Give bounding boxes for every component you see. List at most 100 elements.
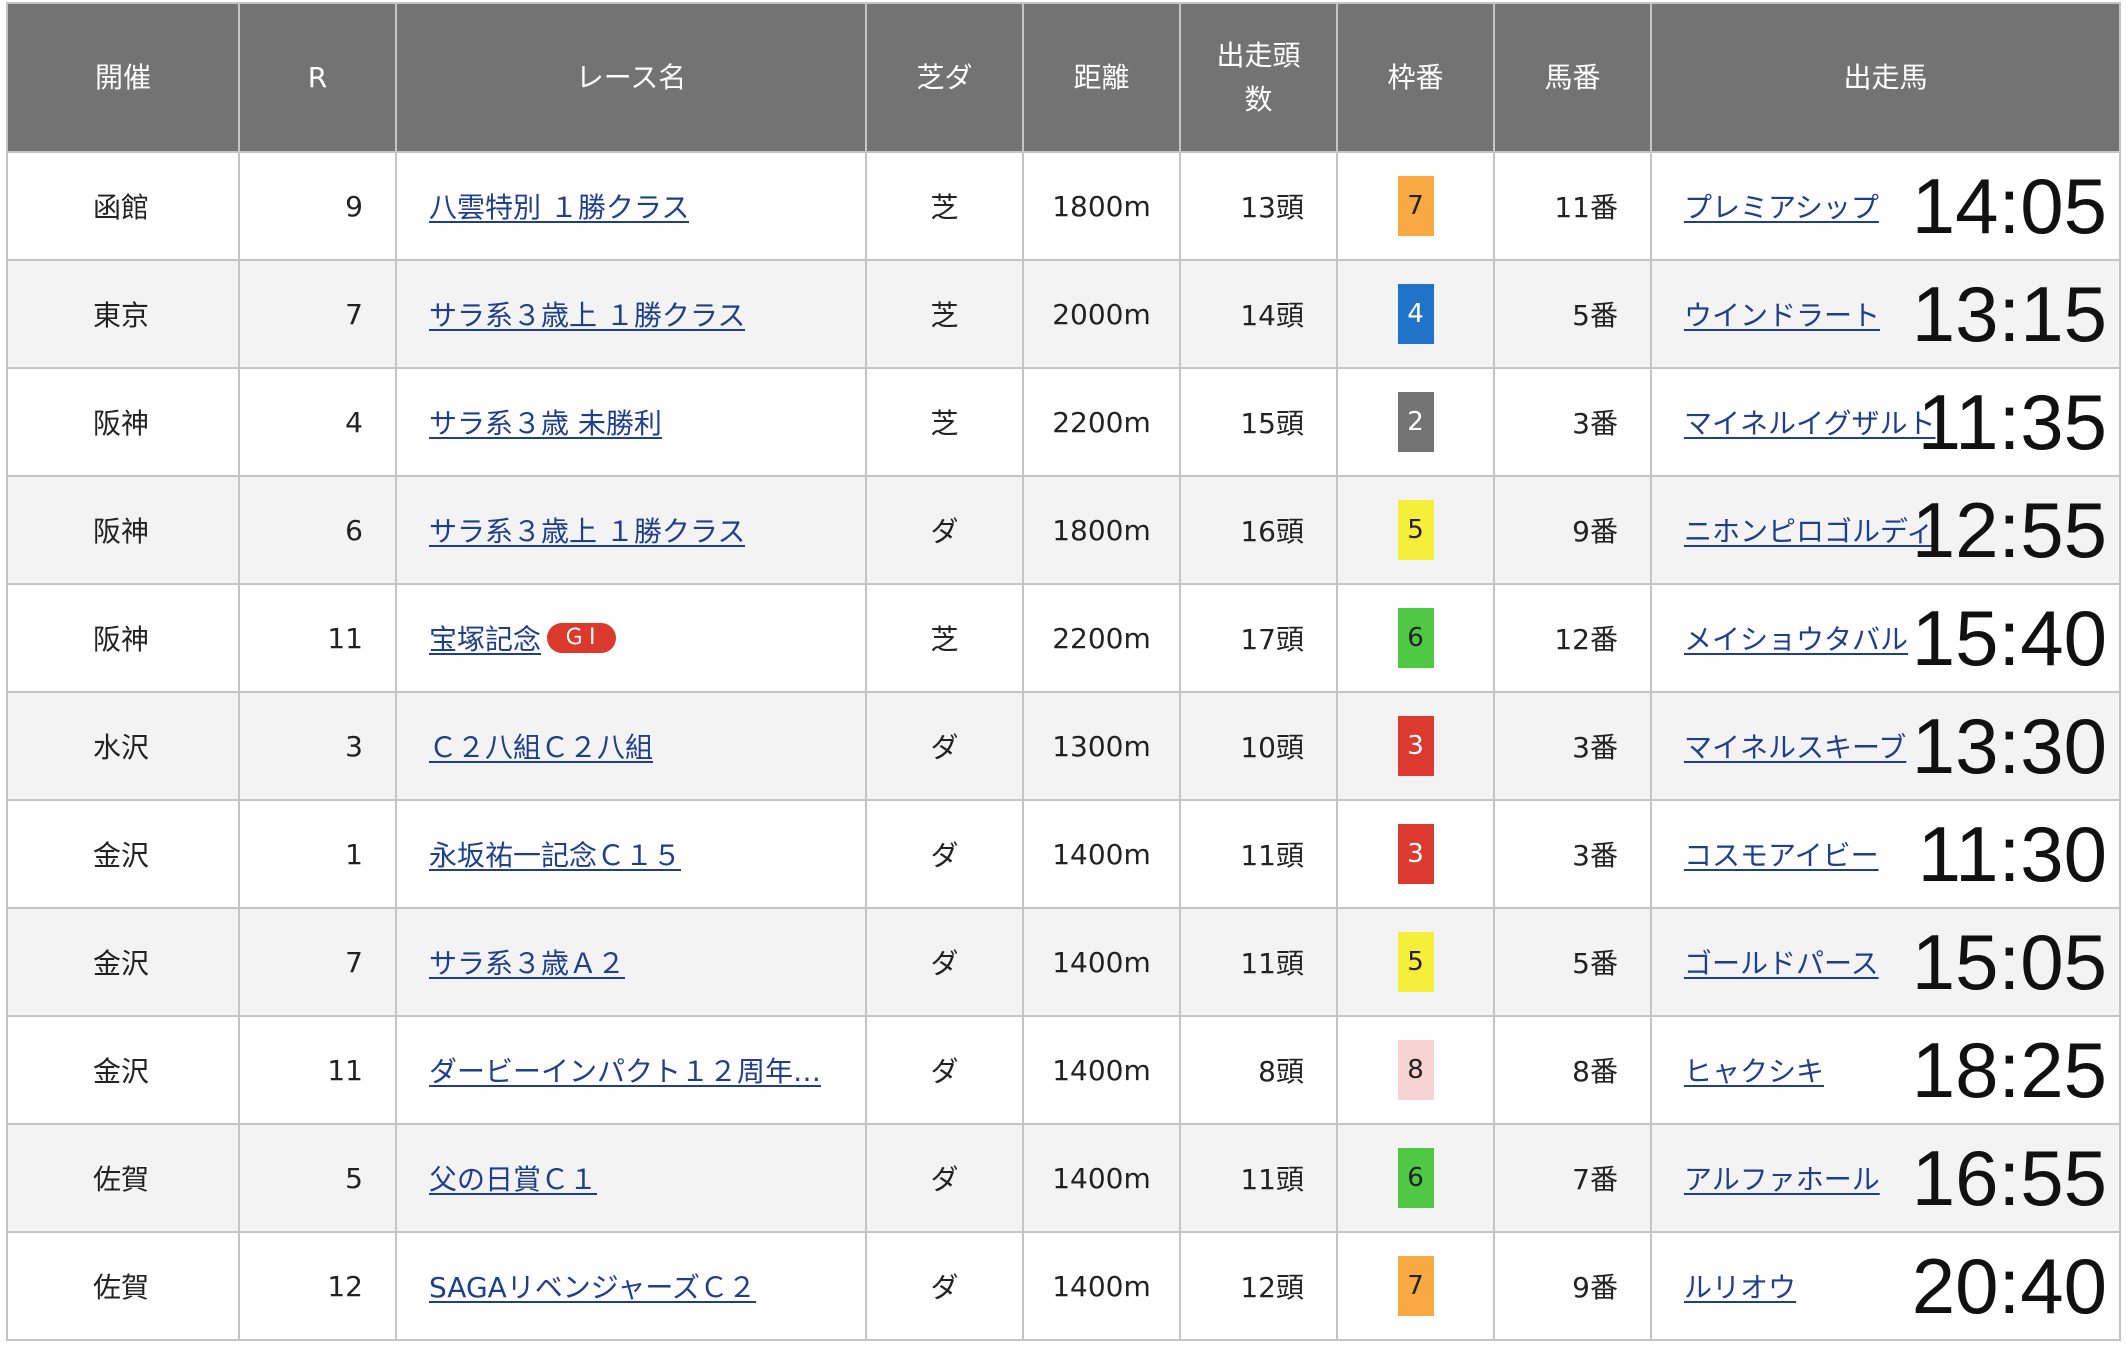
frame-number-badge: 8 <box>1397 1040 1434 1100</box>
race-name-link[interactable]: サラ系３歳上 １勝クラス <box>429 294 745 334</box>
frame-number-badge: 5 <box>1397 932 1434 992</box>
runners-cell: 11頭 <box>1179 799 1338 909</box>
horse-name-link[interactable]: ルリオウ <box>1684 1271 1796 1304</box>
horse-number-text: 8番 <box>1572 1055 1618 1088</box>
frame-cell: 5 <box>1336 907 1495 1017</box>
runners-text: 16頭 <box>1240 515 1304 548</box>
table-row: 佐賀 12 SAGAリベンジャーズＣ２ ダ 1400m 12頭 7 9番 ルリオウ 20:40 <box>6 1231 2121 1341</box>
table-row: 金沢 7 サラ系３歳Ａ２ ダ 1400m 11頭 5 5番 ゴールドパース 15:05 <box>6 907 2121 1017</box>
horse-cell: メイショウタバル 15:40 <box>1650 583 2121 693</box>
race-name-link[interactable]: サラ系３歳上 １勝クラス <box>429 510 745 550</box>
runners-cell: 12頭 <box>1179 1231 1338 1341</box>
horse-name-link[interactable]: ウインドラート <box>1684 299 1880 332</box>
distance-cell: 1800m <box>1022 475 1181 585</box>
header-runners-line1: 出走頭 <box>1216 38 1301 72</box>
race-number-cell: 6 <box>238 475 397 585</box>
surface-cell: ダ <box>865 799 1024 909</box>
post-time: 18:25 <box>1911 1026 2107 1114</box>
distance-cell: 1400m <box>1022 907 1181 1017</box>
horse-number-text: 9番 <box>1572 1271 1618 1304</box>
venue-cell: 金沢 <box>6 907 240 1017</box>
race-name-link[interactable]: サラ系３歳 未勝利 <box>429 402 662 442</box>
surface-cell: 芝 <box>865 151 1024 261</box>
frame-cell: 5 <box>1336 475 1495 585</box>
race-number-cell: 5 <box>238 1123 397 1233</box>
frame-number-badge: 6 <box>1397 608 1434 668</box>
post-time: 15:05 <box>1911 918 2107 1006</box>
race-name-link[interactable]: ダービーインパクト１２周年… <box>429 1050 821 1090</box>
horse-name-link[interactable]: コスモアイビー <box>1684 839 1879 872</box>
distance-cell: 1800m <box>1022 151 1181 261</box>
surface-cell: ダ <box>865 1015 1024 1125</box>
horse-cell: プレミアシップ 14:05 <box>1650 151 2121 261</box>
runners-cell: 14頭 <box>1179 259 1338 369</box>
runners-text: 11頭 <box>1240 839 1304 872</box>
venue-text: 金沢 <box>93 839 150 872</box>
race-name-cell: 宝塚記念 ＧⅠ <box>395 583 867 693</box>
race-name-link[interactable]: サラ系３歳Ａ２ <box>429 942 625 982</box>
surface-text: ダ <box>930 1163 959 1196</box>
surface-cell: 芝 <box>865 583 1024 693</box>
surface-text: ダ <box>930 1271 959 1304</box>
distance-cell: 2000m <box>1022 259 1181 369</box>
race-number-text: 12 <box>327 1269 363 1303</box>
horse-name-link[interactable]: アルファホール <box>1684 1163 1880 1196</box>
distance-text: 1400m <box>1052 945 1151 979</box>
race-name-link[interactable]: 宝塚記念 <box>429 618 541 658</box>
race-name-link[interactable]: 父の日賞Ｃ１ <box>429 1158 597 1198</box>
runners-cell: 13頭 <box>1179 151 1338 261</box>
race-name-link[interactable]: SAGAリベンジャーズＣ２ <box>429 1266 756 1306</box>
horse-number-cell: 9番 <box>1493 475 1652 585</box>
race-number-cell: 1 <box>238 799 397 909</box>
distance-text: 1400m <box>1052 1053 1151 1087</box>
table-header: 開催 R レース名 芝ダ 距離 出走頭数 枠番 馬番 出走馬 <box>6 2 2121 153</box>
distance-text: 1300m <box>1052 729 1151 763</box>
runners-text: 14頭 <box>1240 299 1304 332</box>
horse-name-link[interactable]: ニホンピロゴルディ <box>1684 515 1934 548</box>
post-time: 20:40 <box>1911 1242 2107 1330</box>
table-body: 函館 9 八雲特別 １勝クラス芝 1800m 13頭 7 11番 プレミアシップ 14:05 東京… <box>6 151 2121 1341</box>
distance-cell: 1400m <box>1022 799 1181 909</box>
horse-name-link[interactable]: マイネルイグザルト <box>1684 407 1935 440</box>
runners-text: 8頭 <box>1258 1055 1304 1088</box>
horse-number-cell: 8番 <box>1493 1015 1652 1125</box>
distance-text: 1400m <box>1052 837 1151 871</box>
race-number-text: 9 <box>345 189 363 223</box>
race-name-link[interactable]: 八雲特別 １勝クラス <box>429 186 689 226</box>
table-row: 金沢 1 永坂祐一記念Ｃ１５ ダ 1400m 11頭 3 3番 コスモアイビー 11:30 <box>6 799 2121 909</box>
header-row: 開催 R レース名 芝ダ 距離 出走頭数 枠番 馬番 出走馬 <box>6 2 2121 153</box>
race-name-cell: サラ系３歳上 １勝クラス <box>395 259 867 369</box>
race-name-cell: 父の日賞Ｃ１ <box>395 1123 867 1233</box>
horse-number-text: 3番 <box>1572 839 1618 872</box>
runners-cell: 16頭 <box>1179 475 1338 585</box>
horse-number-cell: 12番 <box>1493 583 1652 693</box>
horse-name-link[interactable]: マイネルスキーブ <box>1684 731 1906 764</box>
surface-cell: ダ <box>865 691 1024 801</box>
horse-cell: コスモアイビー 11:30 <box>1650 799 2121 909</box>
frame-cell: 3 <box>1336 799 1495 909</box>
venue-text: 金沢 <box>93 1055 150 1088</box>
venue-cell: 佐賀 <box>6 1231 240 1341</box>
runners-text: 13頭 <box>1240 191 1304 224</box>
header-distance: 距離 <box>1022 2 1181 153</box>
race-number-text: 11 <box>327 1053 363 1087</box>
horse-name-link[interactable]: メイショウタバル <box>1684 623 1908 656</box>
horse-cell: ウインドラート 13:15 <box>1650 259 2121 369</box>
surface-cell: 芝 <box>865 259 1024 369</box>
venue-text: 水沢 <box>93 731 150 764</box>
horse-name-link[interactable]: ヒャクシキ <box>1684 1055 1824 1088</box>
horse-name-link[interactable]: プレミアシップ <box>1684 191 1879 224</box>
distance-cell: 2200m <box>1022 367 1181 477</box>
race-name-cell: サラ系３歳 未勝利 <box>395 367 867 477</box>
horse-name-link[interactable]: ゴールドパース <box>1684 947 1879 980</box>
venue-cell: 阪神 <box>6 475 240 585</box>
runners-cell: 11頭 <box>1179 907 1338 1017</box>
horse-number-cell: 5番 <box>1493 907 1652 1017</box>
race-name-link[interactable]: 永坂祐一記念Ｃ１５ <box>429 834 681 874</box>
race-name-link[interactable]: Ｃ２八組Ｃ２八組 <box>429 726 653 766</box>
table-row: 阪神 11 宝塚記念 ＧⅠ 芝 2200m 17頭 6 12番 メイショウタバル 15:40 <box>6 583 2121 693</box>
horse-number-cell: 7番 <box>1493 1123 1652 1233</box>
race-number-cell: 3 <box>238 691 397 801</box>
race-number-text: 6 <box>345 513 363 547</box>
runners-text: 12頭 <box>1240 1271 1304 1304</box>
